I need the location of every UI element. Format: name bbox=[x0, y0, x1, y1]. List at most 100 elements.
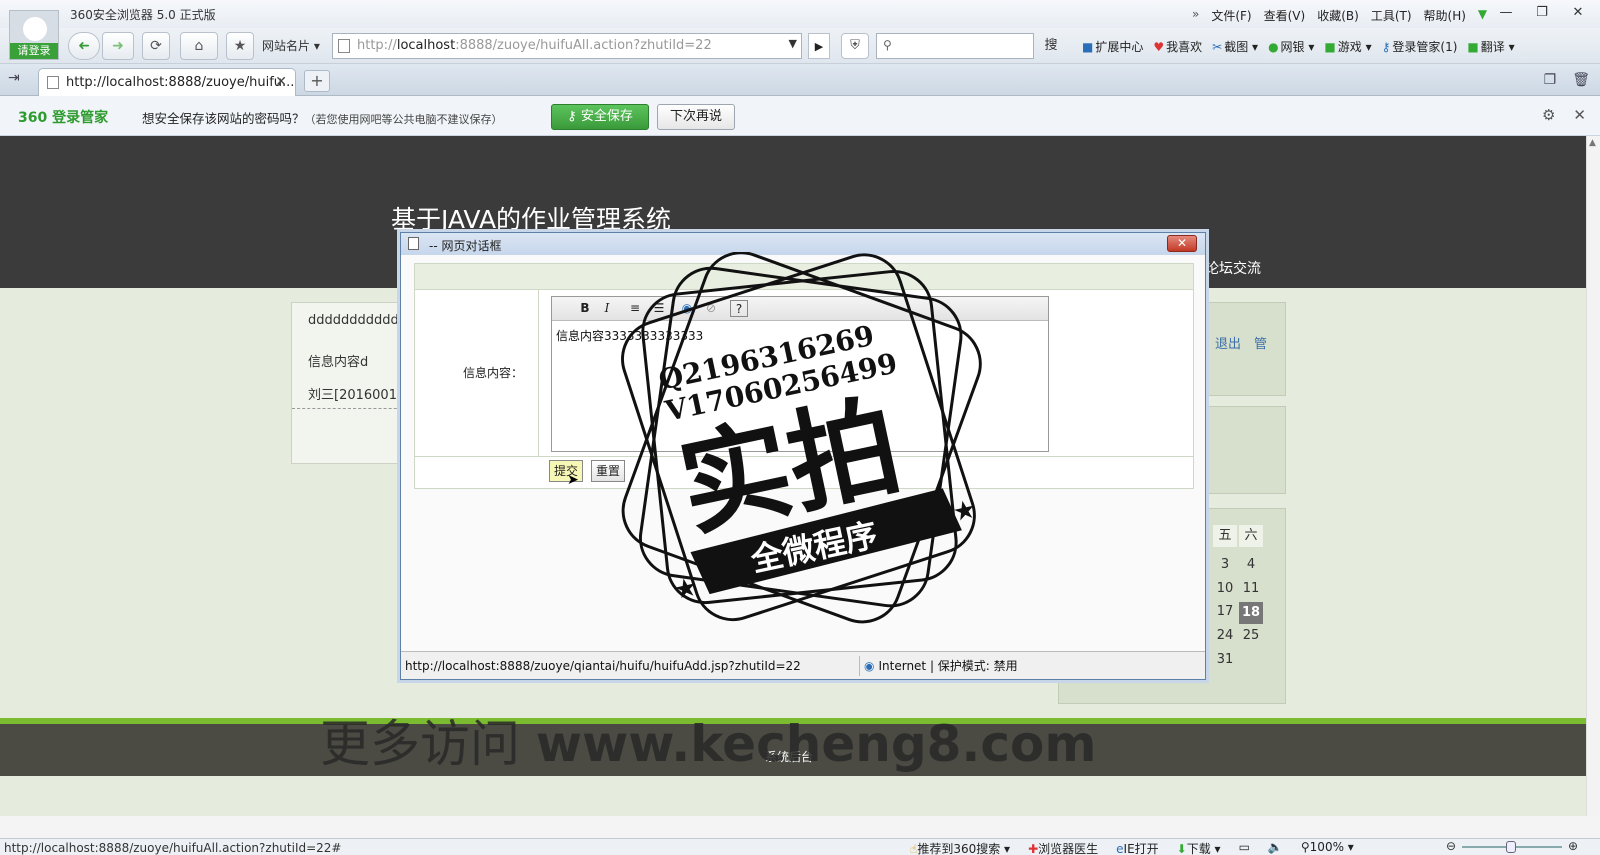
gear-icon[interactable]: ⚙ bbox=[1542, 106, 1555, 124]
search-input[interactable]: ⚲ bbox=[876, 33, 1034, 59]
site-card-button[interactable]: 网站名片 ▾ bbox=[262, 33, 330, 59]
forward-button[interactable]: ➜ bbox=[102, 32, 134, 60]
back-button[interactable]: ➜ bbox=[68, 32, 100, 60]
tab-title: http://localhost:8888/zuoye/huifu... bbox=[66, 75, 295, 90]
menu-help[interactable]: 帮助(H) bbox=[1424, 7, 1466, 24]
safe-save-button[interactable]: ⚷ 安全保存 bbox=[551, 104, 649, 130]
search-button[interactable]: 搜 bbox=[1036, 33, 1066, 59]
close-tab-icon[interactable]: ✕ bbox=[275, 74, 287, 90]
login-label[interactable]: 请登录 bbox=[10, 43, 58, 59]
calendar-day[interactable]: 17 bbox=[1213, 604, 1237, 619]
tab-bar: ⇥ http://localhost:8888/zuoye/huifu... ✕… bbox=[0, 64, 1600, 96]
star-icon: ★ bbox=[950, 494, 979, 528]
menu-file[interactable]: 文件(F) bbox=[1211, 7, 1251, 24]
toolbar-login-manager[interactable]: ⚷ 登录管家(1) bbox=[1382, 38, 1458, 55]
minimize-button[interactable]: — bbox=[1488, 2, 1524, 24]
password-save-bar: 360 登录管家 想安全保存该网站的密码吗？（若您使用网吧等公共电脑不建议保存）… bbox=[0, 96, 1600, 136]
star-icon: ★ bbox=[671, 572, 700, 606]
post-content: 信息内容d bbox=[308, 355, 369, 370]
close-window-button[interactable]: ✕ bbox=[1560, 2, 1596, 24]
window-icon[interactable]: ▭ bbox=[1239, 840, 1250, 855]
zoom-slider-handle[interactable] bbox=[1506, 841, 1516, 853]
refresh-icon: ⟳ bbox=[150, 38, 162, 54]
dialog-title: -- 网页对话框 bbox=[429, 239, 502, 253]
calendar-day[interactable]: 4 bbox=[1239, 557, 1263, 572]
zoom-slider[interactable] bbox=[1462, 841, 1562, 853]
page-icon bbox=[338, 39, 350, 53]
post-author: 刘三[2016001] bbox=[308, 388, 403, 403]
recommend-360-search[interactable]: ☝推荐到360搜索 ▾ bbox=[910, 840, 1010, 855]
volume-icon[interactable]: 🔈 bbox=[1268, 840, 1283, 855]
page-icon bbox=[408, 237, 419, 250]
security-zone: ◉ Internet | 保护模式: 禁用 bbox=[859, 656, 1022, 676]
maximize-button[interactable]: ❐ bbox=[1524, 2, 1560, 24]
chevron-down-icon[interactable]: ▼ bbox=[789, 37, 797, 50]
downloads[interactable]: ⬇下载 ▾ bbox=[1177, 840, 1221, 855]
go-button[interactable]: ▶ bbox=[808, 33, 830, 59]
password-message: 想安全保存该网站的密码吗？（若您使用网吧等公共电脑不建议保存） bbox=[142, 111, 503, 126]
bold-button[interactable]: B bbox=[576, 300, 594, 317]
refresh-button[interactable]: ⟳ bbox=[142, 32, 170, 60]
avatar[interactable]: 请登录 bbox=[9, 10, 59, 60]
nav-forum[interactable]: 论坛交流 bbox=[1205, 258, 1261, 278]
toolbar-screenshot[interactable]: ✂ 截图 ▾ bbox=[1212, 38, 1258, 55]
forward-arrow-icon: ➜ bbox=[112, 38, 124, 54]
calendar-day[interactable]: 25 bbox=[1239, 628, 1263, 643]
calendar-day[interactable]: 10 bbox=[1213, 581, 1237, 596]
shield-button[interactable]: ⛨ bbox=[841, 33, 869, 59]
download-icon: ⬇ bbox=[1176, 842, 1187, 855]
later-button[interactable]: 下次再说 bbox=[657, 104, 735, 130]
tab-bar-tools: ❐ 🗑 bbox=[1544, 72, 1590, 88]
favorite-button[interactable]: ★ bbox=[226, 32, 254, 60]
zoom-level[interactable]: ⚲100% ▾ bbox=[1301, 840, 1354, 855]
browser-doctor[interactable]: ✚浏览器医生 bbox=[1028, 840, 1098, 855]
toolbar-extensions[interactable]: ■ 扩展中心 bbox=[1082, 38, 1143, 55]
address-bar[interactable]: http://localhost:8888/zuoye/huifuAll.act… bbox=[332, 33, 802, 59]
toolbar-games[interactable]: ■ 游戏 ▾ bbox=[1324, 38, 1371, 55]
navigation-bar: ➜ ➜ ⟳ ⌂ ★ 网站名片 ▾ http://localhost:8888/z… bbox=[0, 28, 1600, 64]
toolbar-translate[interactable]: ■ 翻译 ▾ bbox=[1467, 38, 1514, 55]
scroll-up-icon[interactable]: ▲ bbox=[1589, 138, 1596, 148]
home-icon: ⌂ bbox=[194, 38, 204, 54]
menu-tools[interactable]: 工具(T) bbox=[1371, 7, 1412, 24]
address-url[interactable]: http://localhost:8888/zuoye/huifuAll.act… bbox=[357, 38, 712, 53]
toolbar-like[interactable]: ♥ 我喜欢 bbox=[1153, 38, 1202, 55]
dialog-status-bar: http://localhost:8888/zuoye/qiantai/huif… bbox=[401, 651, 1205, 679]
logout-link[interactable]: 退出 管 bbox=[1215, 333, 1267, 352]
window-controls: — ❐ ✕ bbox=[1488, 2, 1596, 24]
home-button[interactable]: ⌂ bbox=[180, 32, 218, 60]
browser-status-bar: http://localhost:8888/zuoye/huifuAll.act… bbox=[0, 838, 1600, 855]
calendar-today[interactable]: 18 bbox=[1239, 602, 1263, 624]
trash-icon[interactable]: 🗑 bbox=[1572, 72, 1590, 88]
site-watermark: 更多访问 www.kecheng8.com bbox=[320, 715, 1097, 773]
content-label: 信息内容： bbox=[463, 366, 524, 380]
sidebar-toggle-icon[interactable]: ⇥ bbox=[8, 70, 20, 86]
skin-icon[interactable]: ▼ bbox=[1478, 7, 1487, 24]
calendar-day[interactable]: 3 bbox=[1213, 557, 1237, 572]
zoom-out-button[interactable]: ⊖ bbox=[1446, 839, 1456, 853]
status-url: http://localhost:8888/zuoye/huifuAll.act… bbox=[4, 841, 342, 855]
menu-favorites[interactable]: 收藏(B) bbox=[1317, 7, 1359, 24]
zoom-in-button[interactable]: ⊕ bbox=[1568, 839, 1578, 853]
menu-more-icon[interactable]: » bbox=[1192, 7, 1199, 24]
new-tab-button[interactable]: + bbox=[304, 70, 330, 92]
page-scrollbar[interactable]: ▲ bbox=[1586, 136, 1600, 816]
status-tools: ☝推荐到360搜索 ▾ ✚浏览器医生 eIE打开 ⬇下载 ▾ ▭ 🔈 ⚲100%… bbox=[910, 840, 1354, 855]
calendar-day[interactable]: 31 bbox=[1213, 652, 1237, 667]
calendar-day[interactable]: 24 bbox=[1213, 628, 1237, 643]
restore-tabs-icon[interactable]: ❐ bbox=[1544, 72, 1557, 88]
ie-icon: e bbox=[1116, 842, 1124, 855]
password-bar-tools: ⚙ ✕ bbox=[1542, 106, 1586, 124]
dialog-close-button[interactable]: ✕ bbox=[1167, 235, 1197, 252]
toolbar-bank[interactable]: ● 网银 ▾ bbox=[1268, 38, 1314, 55]
site-title: 基于JAVA的作业管理系统 bbox=[391, 205, 672, 234]
menu-view[interactable]: 查看(V) bbox=[1264, 7, 1306, 24]
close-icon[interactable]: ✕ bbox=[1573, 106, 1586, 124]
user-icon bbox=[23, 17, 47, 41]
star-icon: ★ bbox=[233, 38, 247, 54]
calendar-day[interactable]: 11 bbox=[1239, 581, 1263, 596]
app-title: 360安全浏览器 5.0 正式版 bbox=[70, 8, 216, 22]
title-bar: 360安全浏览器 5.0 正式版 » 文件(F) 查看(V) 收藏(B) 工具(… bbox=[0, 0, 1600, 28]
tab-current[interactable]: http://localhost:8888/zuoye/huifu... ✕ bbox=[38, 68, 296, 96]
open-in-ie[interactable]: eIE打开 bbox=[1116, 840, 1159, 855]
